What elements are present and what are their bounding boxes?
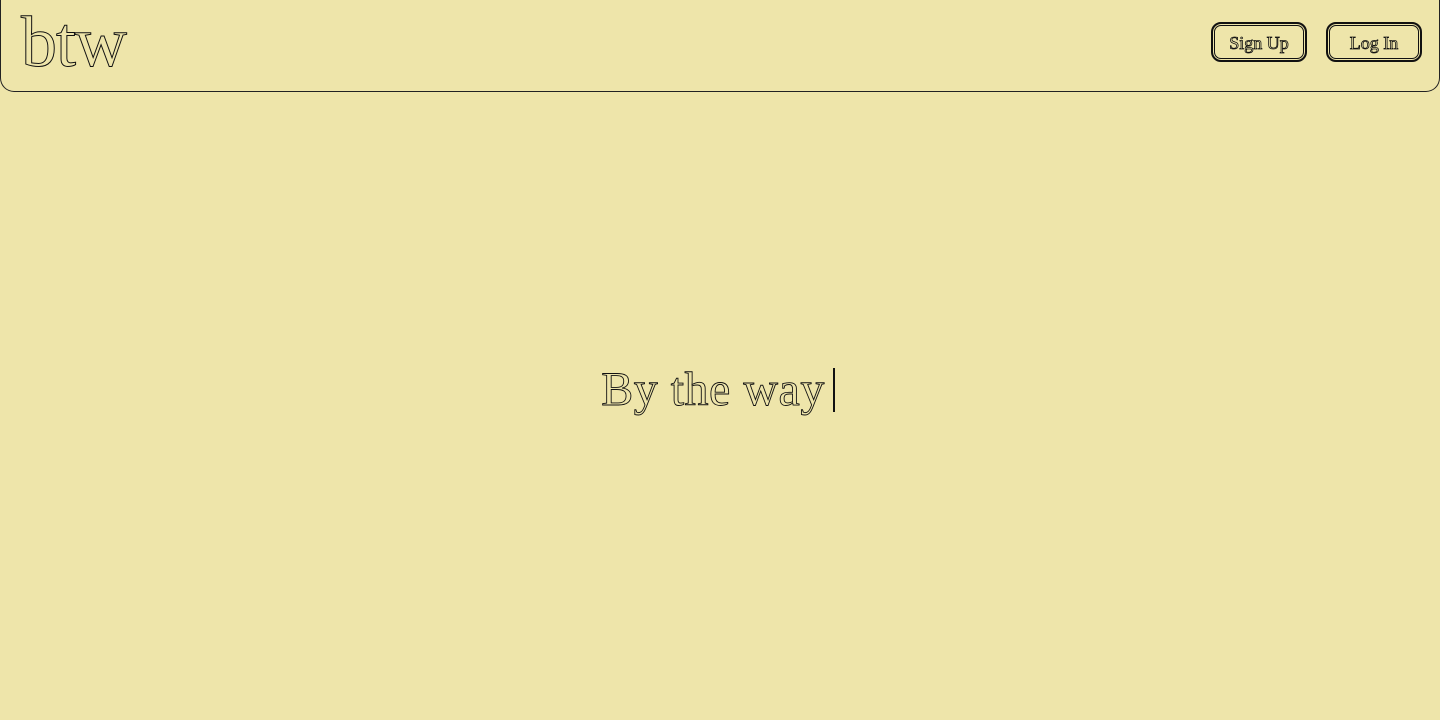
page: btw Sign Up Log In By the way: [0, 0, 1440, 720]
hero-typed-text: By the way: [601, 363, 825, 417]
sign-up-button[interactable]: Sign Up: [1211, 22, 1307, 62]
typewriter-line: By the way: [601, 360, 835, 420]
hero-section: By the way: [0, 360, 1440, 420]
logo[interactable]: btw: [21, 2, 128, 83]
log-in-button[interactable]: Log In: [1326, 22, 1422, 62]
text-cursor: [832, 368, 835, 412]
top-navigation-bar: btw Sign Up Log In: [0, 0, 1440, 92]
